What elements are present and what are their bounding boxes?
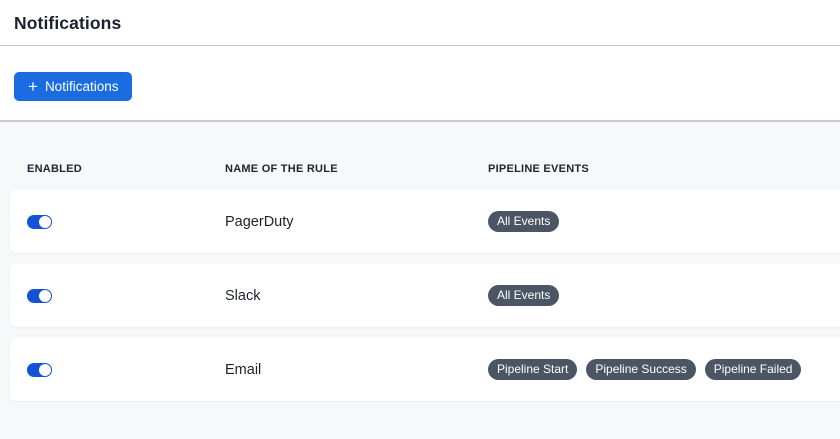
table-row-email[interactable]: Email Pipeline Start Pipeline Success Pi… <box>10 338 840 401</box>
table-row-slack[interactable]: Slack All Events <box>10 264 840 327</box>
event-badge: Pipeline Start <box>488 359 577 380</box>
enabled-toggle[interactable] <box>27 363 52 377</box>
page-header: Notifications <box>0 0 840 46</box>
toggle-knob <box>39 364 51 376</box>
notifications-table: ENABLED NAME OF THE RULE PIPELINE EVENTS… <box>0 120 840 439</box>
plus-icon: + <box>28 78 38 95</box>
event-badge: All Events <box>488 285 559 306</box>
event-badge: Pipeline Success <box>586 359 695 380</box>
rule-name: PagerDuty <box>225 214 488 230</box>
add-notifications-button-label: Notifications <box>45 79 119 94</box>
toggle-knob <box>39 290 51 302</box>
column-header-name-of-the-rule: NAME OF THE RULE <box>225 163 488 190</box>
event-badge: All Events <box>488 211 559 232</box>
column-header-enabled: ENABLED <box>27 163 225 190</box>
table-row-pagerduty[interactable]: PagerDuty All Events <box>10 190 840 253</box>
toggle-knob <box>39 216 51 228</box>
add-notifications-button[interactable]: + Notifications <box>14 72 132 101</box>
table-header-row: ENABLED NAME OF THE RULE PIPELINE EVENTS <box>0 122 840 190</box>
rule-name: Slack <box>225 288 488 304</box>
enabled-toggle[interactable] <box>27 289 52 303</box>
event-badge: Pipeline Failed <box>705 359 802 380</box>
page-title: Notifications <box>14 13 121 34</box>
enabled-toggle[interactable] <box>27 215 52 229</box>
toolbar: + Notifications <box>0 46 840 120</box>
column-header-pipeline-events: PIPELINE EVENTS <box>488 163 840 190</box>
rule-name: Email <box>225 362 488 378</box>
